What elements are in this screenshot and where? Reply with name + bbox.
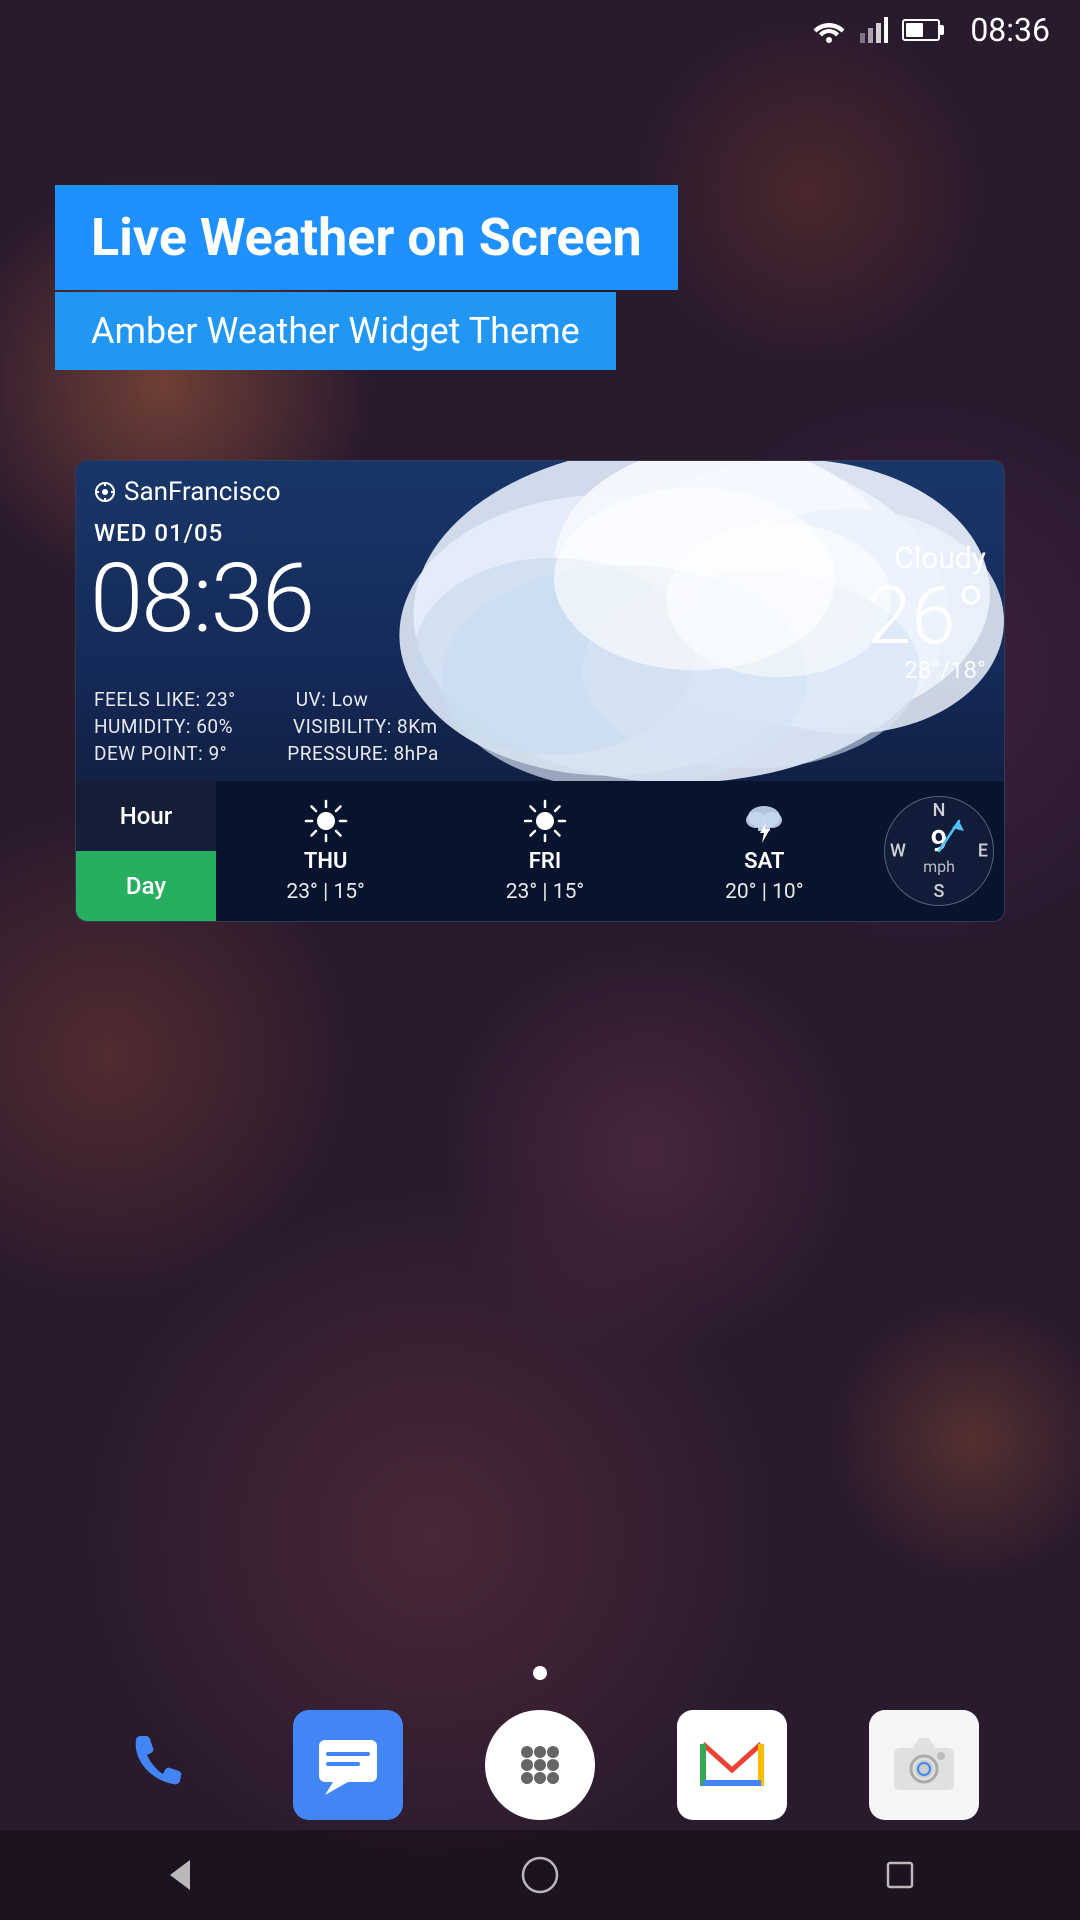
sun-icon-thu bbox=[304, 799, 348, 843]
nav-home-button[interactable] bbox=[510, 1845, 570, 1905]
sun-icon-fri bbox=[523, 799, 567, 843]
uv: UV: Low bbox=[296, 688, 369, 711]
location-icon bbox=[94, 481, 116, 503]
tab-hour[interactable]: Hour bbox=[76, 781, 216, 851]
forecast-day-sat: SAT 20° | 10° bbox=[655, 783, 874, 920]
dock-gmail[interactable] bbox=[677, 1710, 787, 1820]
promo-title-text: Live Weather on Screen bbox=[91, 207, 642, 268]
nav-back-button[interactable] bbox=[150, 1845, 210, 1905]
sat-name: SAT bbox=[744, 849, 784, 874]
status-time: 08:36 bbox=[970, 11, 1050, 49]
fri-temps: 23° | 15° bbox=[506, 880, 584, 904]
humidity: HUMIDITY: 60% bbox=[94, 715, 233, 738]
nav-recents-button[interactable] bbox=[870, 1845, 930, 1905]
condition-temp: 26° bbox=[867, 576, 986, 656]
stat-row-3: DEW POINT: 9° PRESSURE: 8hPa bbox=[94, 742, 439, 765]
forecast-days: THU 23° | 15° bbox=[216, 781, 874, 921]
promo-subtitle-box: Amber Weather Widget Theme bbox=[55, 292, 616, 370]
compass-container: 9 mph N S E W bbox=[884, 796, 994, 906]
cloud-lightning-icon-sat bbox=[740, 799, 788, 843]
home-icon bbox=[520, 1855, 560, 1895]
widget-forecast: Hour Day bbox=[76, 781, 1004, 921]
phone-icon bbox=[121, 1730, 191, 1800]
camera-icon bbox=[889, 1730, 959, 1800]
feels-like: FEELS LIKE: 23° bbox=[94, 688, 236, 711]
status-icons: 08:36 bbox=[812, 11, 1050, 49]
battery-icon bbox=[902, 19, 940, 41]
signal-icon bbox=[860, 17, 888, 43]
pressure: PRESSURE: 8hPa bbox=[287, 742, 439, 765]
dock-camera[interactable] bbox=[869, 1710, 979, 1820]
compass-arrow-svg bbox=[884, 796, 994, 906]
gmail-icon bbox=[697, 1730, 767, 1800]
forecast-day-fri: FRI 23° | 15° bbox=[435, 783, 654, 920]
stat-row-2: HUMIDITY: 60% VISIBILITY: 8Km bbox=[94, 715, 439, 738]
widget-condition: Cloudy 26° 28°/18° bbox=[867, 541, 986, 684]
widget-time: 08:36 bbox=[90, 543, 313, 655]
messages-icon bbox=[313, 1730, 383, 1800]
widget-location: SanFrancisco bbox=[94, 477, 281, 507]
dock bbox=[0, 1710, 1080, 1820]
weather-widget[interactable]: SanFrancisco WED 01/05 08:36 Cloudy 26° … bbox=[75, 460, 1005, 922]
wifi-icon bbox=[812, 17, 846, 43]
promo-banner: Live Weather on Screen Amber Weather Wid… bbox=[55, 185, 1080, 370]
dock-messages[interactable] bbox=[293, 1710, 403, 1820]
nav-bar bbox=[0, 1830, 1080, 1920]
widget-stats: FEELS LIKE: 23° UV: Low HUMIDITY: 60% VI… bbox=[94, 688, 439, 769]
status-bar: 08:36 bbox=[0, 0, 1080, 60]
thu-name: THU bbox=[304, 849, 348, 874]
fri-name: FRI bbox=[529, 849, 561, 874]
forecast-day-thu: THU 23° | 15° bbox=[216, 783, 435, 920]
promo-title-box: Live Weather on Screen bbox=[55, 185, 678, 290]
promo-subtitle-text: Amber Weather Widget Theme bbox=[91, 310, 580, 352]
thu-temps: 23° | 15° bbox=[286, 880, 364, 904]
forecast-tabs: Hour Day bbox=[76, 781, 216, 921]
stat-row-1: FEELS LIKE: 23° UV: Low bbox=[94, 688, 439, 711]
dock-phone[interactable] bbox=[101, 1710, 211, 1820]
tab-day[interactable]: Day bbox=[76, 851, 216, 921]
page-indicator bbox=[533, 1666, 547, 1680]
sat-temps: 20° | 10° bbox=[725, 880, 803, 904]
wind-compass: 9 mph N S E W bbox=[874, 781, 1004, 921]
recents-icon bbox=[880, 1855, 920, 1895]
widget-top: SanFrancisco WED 01/05 08:36 Cloudy 26° … bbox=[76, 461, 1004, 781]
visibility: VISIBILITY: 8Km bbox=[293, 715, 438, 738]
dew-point: DEW POINT: 9° bbox=[94, 742, 227, 765]
apps-icon bbox=[509, 1734, 571, 1796]
dock-apps[interactable] bbox=[485, 1710, 595, 1820]
location-text: SanFrancisco bbox=[124, 477, 281, 507]
back-icon bbox=[160, 1855, 200, 1895]
indicator-dot-active bbox=[533, 1666, 547, 1680]
